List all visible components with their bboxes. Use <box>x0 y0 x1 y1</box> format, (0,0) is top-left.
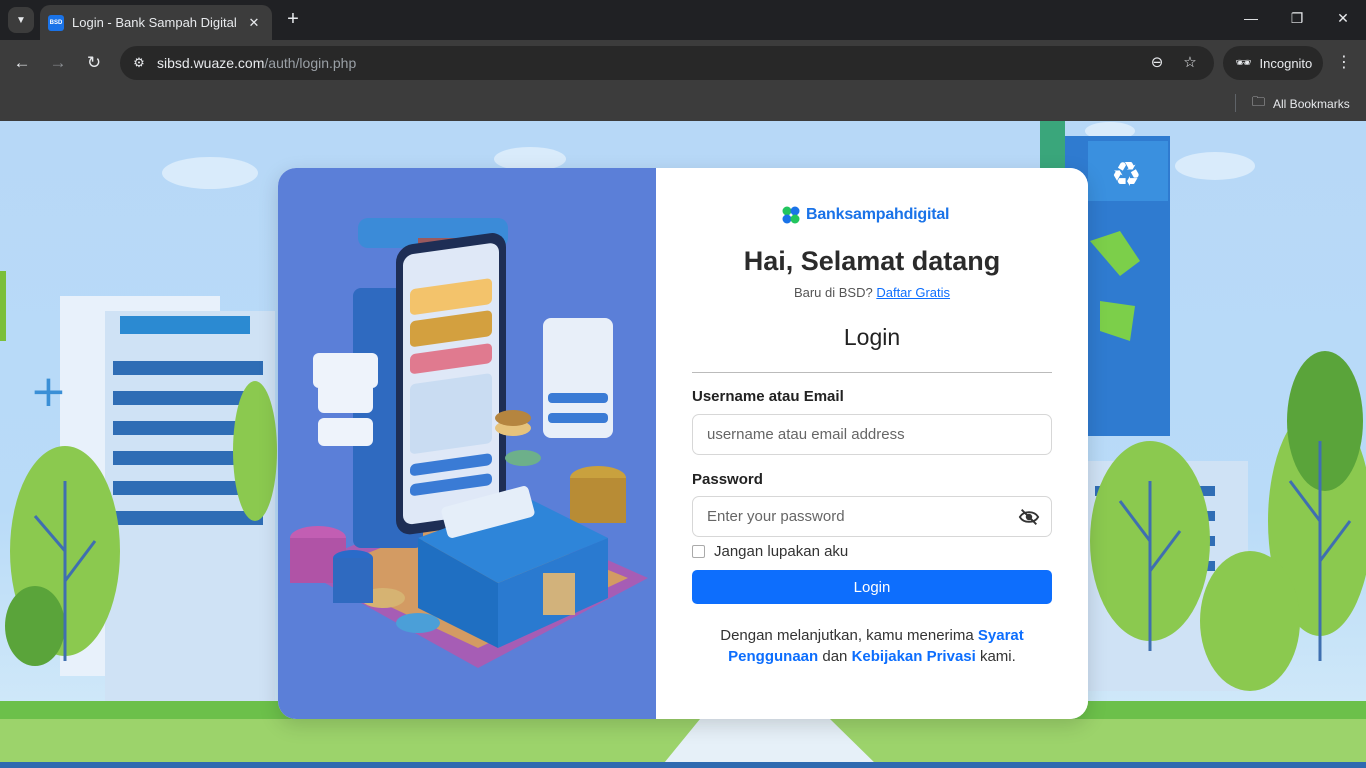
bsd-favicon-icon: BSD <box>48 14 64 31</box>
login-title: Login <box>843 324 901 350</box>
all-bookmarks-label: All Bookmarks <box>1273 97 1350 111</box>
incognito-icon: 🕶 <box>1235 55 1252 70</box>
bookmark-star-icon[interactable]: ☆ <box>1179 52 1201 74</box>
terms-notice: Dengan melanjutkan, kamu menerima Syarat… <box>692 625 1052 667</box>
welcome-heading: Hai, Selamat datang <box>743 246 1001 276</box>
reload-icon[interactable]: ↻ <box>83 52 105 74</box>
tab-close-icon[interactable]: ✕ <box>246 15 262 31</box>
brand-name: Banksampahdigital <box>806 206 950 223</box>
url-host: sibsd.wuaze.com <box>157 55 265 71</box>
forward-arrow-icon[interactable]: → <box>47 52 69 74</box>
terms-and: dan <box>822 648 848 665</box>
all-bookmarks-button[interactable]: 🗀 All Bookmarks <box>1252 93 1350 115</box>
site-settings-icon[interactable]: ⚙ <box>128 52 150 74</box>
bookmarks-bar: 🗀 All Bookmarks <box>0 86 1366 121</box>
password-input[interactable] <box>692 496 1052 537</box>
restore-icon[interactable]: ❐ <box>1287 10 1307 27</box>
banksampah-logo-icon <box>782 206 800 224</box>
active-tab[interactable]: BSD Login - Bank Sampah Digital ✕ <box>40 5 272 40</box>
remember-me-label: Jangan lupakan aku <box>714 543 849 560</box>
incognito-label: Incognito <box>1259 55 1313 71</box>
svg-text:♻: ♻ <box>1111 155 1141 195</box>
username-input[interactable] <box>692 414 1052 455</box>
incognito-indicator[interactable]: 🕶 Incognito <box>1223 46 1323 80</box>
remember-me-checkbox[interactable] <box>692 545 705 558</box>
password-label: Password <box>692 471 763 488</box>
minimize-icon[interactable]: — <box>1241 10 1261 26</box>
back-arrow-icon[interactable]: ← <box>11 52 33 74</box>
browser-toolbar: ← → ↻ ⚙ sibsd.wuaze.com/auth/login.php ⊖… <box>0 40 1366 86</box>
signup-prompt-text: Baru di BSD? <box>793 285 873 300</box>
tab-strip: ▼ BSD Login - Bank Sampah Digital ✕ + — … <box>0 0 1366 40</box>
zoom-icon[interactable]: ⊖ <box>1146 52 1168 74</box>
login-card: Banksampahdigital Hai, Selamat datang Ba… <box>278 168 1088 719</box>
illustration-panel <box>278 168 656 719</box>
divider <box>692 372 1052 373</box>
username-label: Username atau Email <box>692 388 844 405</box>
tab-search-chevron-icon[interactable]: ▼ <box>8 7 34 33</box>
toggle-password-visibility-icon[interactable] <box>1018 507 1040 527</box>
signup-link[interactable]: Daftar Gratis <box>876 285 950 300</box>
login-form-panel: Banksampahdigital Hai, Selamat datang Ba… <box>656 168 1088 719</box>
url-path: /auth/login.php <box>264 55 357 71</box>
login-button[interactable]: Login <box>692 570 1052 604</box>
recycling-kiosk-illustration <box>290 218 648 668</box>
tab-title: Login - Bank Sampah Digital <box>72 15 237 30</box>
remember-me[interactable]: Jangan lupakan aku <box>692 543 848 560</box>
folder-icon: 🗀 <box>1252 94 1266 109</box>
address-bar[interactable]: ⚙ sibsd.wuaze.com/auth/login.php ⊖ ☆ <box>120 46 1214 80</box>
more-menu-icon[interactable]: ⋮ <box>1334 52 1354 74</box>
bookmarks-separator <box>1235 94 1236 112</box>
signup-prompt: Baru di BSD? Daftar Gratis <box>656 285 1088 300</box>
window-close-icon[interactable]: ✕ <box>1333 10 1353 27</box>
page-viewport: + ♻ Banksampahdigital Hai, Selamat datan… <box>0 121 1366 768</box>
svg-text:+: + <box>30 366 67 417</box>
new-tab-plus-icon[interactable]: + <box>282 9 304 31</box>
terms-prefix: Dengan melanjutkan, kamu menerima <box>720 627 974 644</box>
privacy-link[interactable]: Kebijakan Privasi <box>852 648 976 665</box>
url-text[interactable]: sibsd.wuaze.com/auth/login.php <box>157 55 356 71</box>
brand: Banksampahdigital <box>782 206 950 224</box>
terms-suffix: kami. <box>979 648 1016 665</box>
